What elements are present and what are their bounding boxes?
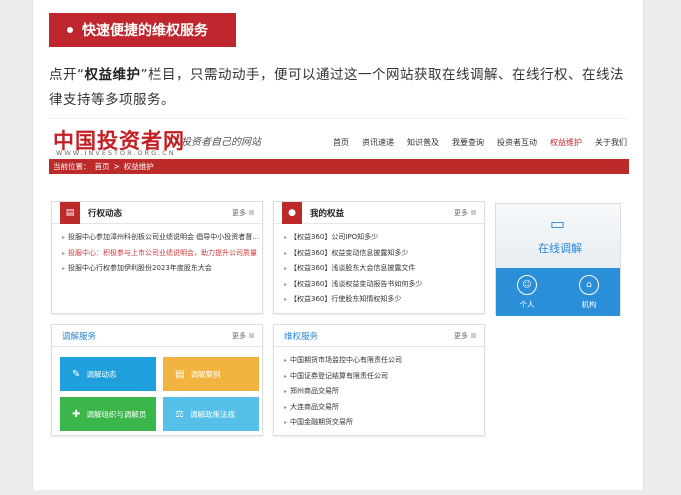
bank-icon: ⌂ bbox=[579, 274, 599, 295]
xingquan-list: 投服中心参加漳州科创板公司业绩说明会 倡导中小投资者督… 投服中心：积极参与上市… bbox=[52, 224, 262, 277]
card-xingquan-title: 行权动态 bbox=[88, 208, 123, 219]
nav-item-knowledge[interactable]: 知识普及 bbox=[407, 137, 439, 148]
card-quanyi: ● 我的权益 更多 【权益360】公司IPO知多少 【权益360】权益变动信息披… bbox=[273, 201, 485, 314]
nav-item-home[interactable]: 首页 bbox=[333, 137, 349, 148]
weiquan-list: 中国期货市场监控中心有限责任公司 中国证券登记结算有限责任公司 郑州商品交易所 … bbox=[274, 347, 484, 431]
breadcrumb-prefix: 当前位置： bbox=[53, 162, 91, 171]
article-page: 快速便捷的维权服务 点开“权益维护”栏目，只需动动手，便可以通过这一个网站获取在… bbox=[32, 0, 644, 490]
user-icon: ● bbox=[282, 201, 302, 224]
list-item[interactable]: 中国期货市场监控中心有限责任公司 bbox=[284, 353, 484, 369]
tile-label: 调解案例 bbox=[190, 369, 221, 379]
more-link[interactable]: 更多 bbox=[454, 208, 476, 218]
list-item[interactable]: 【权益360】行使股东知情权知多少 bbox=[284, 292, 484, 308]
list-item[interactable]: 大连商品交易所 bbox=[284, 400, 484, 416]
option-org[interactable]: ⌂ 机构 bbox=[579, 274, 599, 310]
group-icon: ✚ bbox=[72, 408, 81, 420]
card-tiaojie-head: 调解服务 更多 bbox=[52, 325, 262, 347]
card-tiaojie-title: 调解服务 bbox=[62, 331, 97, 342]
monitor-icon: ▭ bbox=[550, 214, 566, 233]
list-item[interactable]: 【权益360】浅谈权益变动报告书如何多少 bbox=[284, 277, 484, 293]
card-xingquan-head: ▤ 行权动态 更多 bbox=[52, 201, 262, 224]
list-item[interactable]: 【权益360】权益变动信息披露知多少 bbox=[284, 246, 484, 262]
person-icon: ☺ bbox=[517, 274, 537, 295]
card-weiquan-head: 维权服务 更多 bbox=[274, 325, 484, 347]
list-item[interactable]: 投服中心：积极参与上市公司业绩说明会，助力提升公司质量 bbox=[62, 246, 262, 262]
breadcrumb: 当前位置： 首页 > 权益维护 bbox=[49, 159, 629, 174]
more-link[interactable]: 更多 bbox=[454, 331, 476, 341]
tile-tiaojie-zuzhi[interactable]: ✚ 调解组织与调解员 bbox=[60, 397, 156, 431]
list-item[interactable]: 中国证券登记结算有限责任公司 bbox=[284, 369, 484, 385]
online-mediation-panel[interactable]: ▭ 在线调解 ☺ 个人 ⌂ 机构 bbox=[495, 203, 621, 316]
option-person[interactable]: ☺ 个人 bbox=[517, 274, 537, 310]
list-item[interactable]: 投服中心参加漳州科创板公司业绩说明会 倡导中小投资者督… bbox=[62, 230, 262, 246]
list-item[interactable]: 中国金融期货交易所 bbox=[284, 415, 484, 431]
breadcrumb-home[interactable]: 首页 bbox=[95, 161, 110, 172]
tile-label: 调解动态 bbox=[86, 369, 117, 379]
nav-item-about[interactable]: 关于我们 bbox=[595, 137, 627, 148]
option-org-label: 机构 bbox=[581, 299, 597, 309]
list-item[interactable]: 【权益360】浅谈股东大会信息披露文件 bbox=[284, 261, 484, 277]
tile-label: 调解政策法规 bbox=[189, 409, 235, 419]
quanyi-list: 【权益360】公司IPO知多少 【权益360】权益变动信息披露知多少 【权益36… bbox=[274, 224, 484, 308]
nav-item-news[interactable]: 资讯速递 bbox=[362, 137, 394, 148]
card-quanyi-head: ● 我的权益 更多 bbox=[274, 201, 484, 224]
tile-tiaojie-dongtai[interactable]: ✎ 调解动态 bbox=[60, 357, 156, 391]
card-xingquan: ▤ 行权动态 更多 投服中心参加漳州科创板公司业绩说明会 倡导中小投资者督… 投… bbox=[51, 201, 263, 314]
intro-paragraph: 点开“权益维护”栏目，只需动动手，便可以通过这一个网站获取在线调解、在线行权、在… bbox=[49, 63, 633, 113]
para-bold: 权益维护 bbox=[84, 67, 141, 83]
option-person-label: 个人 bbox=[519, 299, 535, 309]
site-slogan: 投资者自己的网站 bbox=[181, 137, 261, 148]
online-mediation-label: 在线调解 bbox=[538, 242, 582, 255]
tile-label: 调解组织与调解员 bbox=[86, 409, 147, 419]
online-mediation-options: ☺ 个人 ⌂ 机构 bbox=[496, 268, 620, 316]
card-tiaojie: 调解服务 更多 ✎ 调解动态 ▤ 调解案例 ✚ 调解组织与调解员 ⚖ 调解政策法… bbox=[51, 324, 263, 436]
more-link[interactable]: 更多 bbox=[232, 331, 254, 341]
card-quanyi-title: 我的权益 bbox=[310, 208, 345, 219]
list-item[interactable]: 【权益360】公司IPO知多少 bbox=[284, 230, 484, 246]
breadcrumb-current: 权益维护 bbox=[123, 162, 154, 171]
tile-tiaojie-anli[interactable]: ▤ 调解案例 bbox=[163, 357, 259, 391]
scale-icon: ⚖ bbox=[175, 408, 184, 420]
tile-tiaojie-fagui[interactable]: ⚖ 调解政策法规 bbox=[163, 397, 259, 431]
site-logo-url: WWW.INVESTOR.ORG.CN bbox=[56, 149, 176, 157]
online-mediation-top: ▭ 在线调解 bbox=[496, 204, 620, 268]
banner-label: 快速便捷的维权服务 bbox=[82, 23, 208, 39]
nav-item-interaction[interactable]: 投资者互动 bbox=[497, 137, 537, 148]
book-icon: ▤ bbox=[175, 368, 185, 380]
breadcrumb-sep: > bbox=[113, 162, 120, 171]
document-icon: ▤ bbox=[60, 201, 80, 224]
list-item[interactable]: 郑州商品交易所 bbox=[284, 384, 484, 400]
edit-icon: ✎ bbox=[72, 368, 81, 380]
nav-item-rights[interactable]: 权益维护 bbox=[550, 137, 582, 148]
card-weiquan-title: 维权服务 bbox=[284, 331, 319, 342]
para-lead: 点开“ bbox=[49, 67, 85, 83]
site-nav: 首页 资讯速递 知识普及 我要查询 投资者互动 权益维护 关于我们 bbox=[333, 137, 627, 148]
card-weiquan: 维权服务 更多 中国期货市场监控中心有限责任公司 中国证券登记结算有限责任公司 … bbox=[273, 324, 485, 436]
bullet-dot-icon bbox=[67, 27, 73, 33]
more-link[interactable]: 更多 bbox=[232, 208, 254, 218]
section-banner: 快速便捷的维权服务 bbox=[49, 13, 236, 47]
website-screenshot: 中国投资者网 WWW.INVESTOR.ORG.CN 投资者自己的网站 首页 资… bbox=[49, 118, 629, 440]
list-item[interactable]: 投服中心行权参加伊利股份2023年度股东大会 bbox=[62, 261, 262, 277]
nav-item-query[interactable]: 我要查询 bbox=[452, 137, 484, 148]
